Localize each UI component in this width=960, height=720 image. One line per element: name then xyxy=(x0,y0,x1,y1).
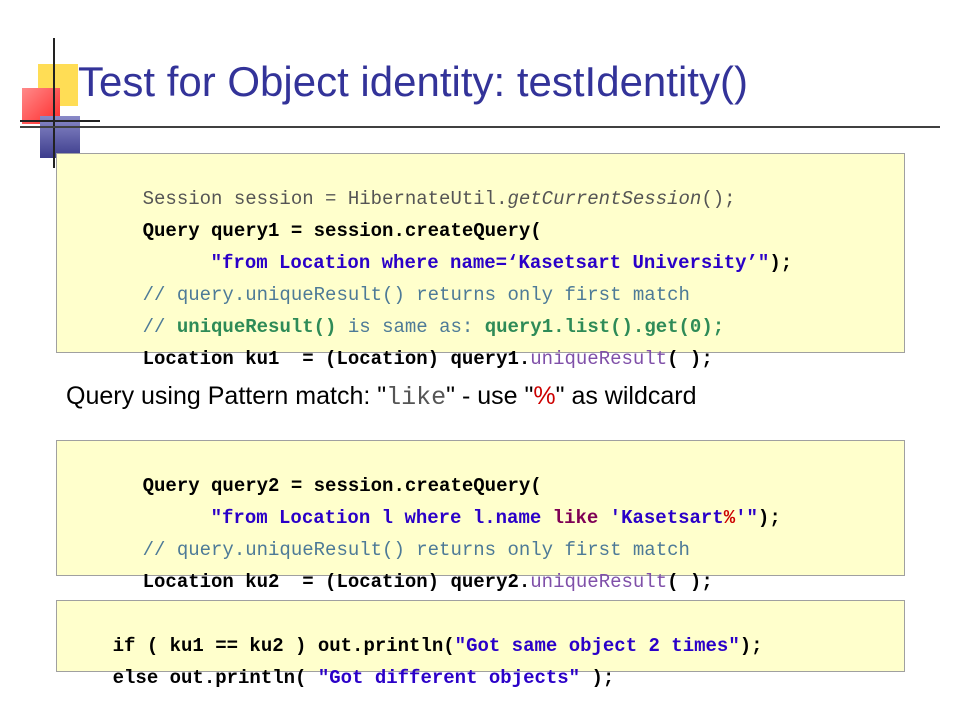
code-block-query2: Query query2 = session.createQuery( "fro… xyxy=(56,440,905,593)
ornament-vertical-line xyxy=(53,38,55,168)
code-text: ( ); xyxy=(667,348,713,370)
code-text: ); xyxy=(580,667,615,689)
caption-text: " - use " xyxy=(446,382,534,410)
code-text: ); xyxy=(757,507,781,529)
code-method: uniqueResult xyxy=(530,571,668,593)
caption-text: " as wildcard xyxy=(555,382,697,410)
code-text: Location ku2 = (Location) query2. xyxy=(142,571,531,593)
slide-title: Test for Object identity: testIdentity() xyxy=(78,58,748,105)
code-text: Location ku1 = (Location) query1. xyxy=(142,348,531,370)
code-text: ( ); xyxy=(667,571,713,593)
caption-text: Query using Pattern match: " xyxy=(66,382,387,410)
title-underline xyxy=(20,126,940,128)
code-block-query1: Session session = HibernateUtil.getCurre… xyxy=(56,153,905,370)
code-method: uniqueResult xyxy=(530,348,668,370)
code-text: ); xyxy=(739,635,763,657)
code-block-compare: if ( ku1 == ku2 ) out.println("Got same … xyxy=(56,600,905,689)
code-text: ); xyxy=(769,252,793,274)
code-text: else out.println( xyxy=(112,667,318,689)
code-text: (); xyxy=(701,188,736,210)
code-wildcard: % xyxy=(723,507,736,529)
pattern-match-caption: Query using Pattern match: "like" - use … xyxy=(66,382,697,412)
code-string: '" xyxy=(735,507,758,529)
code-line: else out.println( "Got different objects… xyxy=(67,639,615,717)
ornament-horizontal-line xyxy=(20,120,100,122)
ornament-blue-square xyxy=(40,116,80,158)
code-string: "Got different objects" xyxy=(317,667,581,689)
caption-like-keyword: like xyxy=(386,383,447,412)
caption-wildcard: % xyxy=(533,382,556,410)
